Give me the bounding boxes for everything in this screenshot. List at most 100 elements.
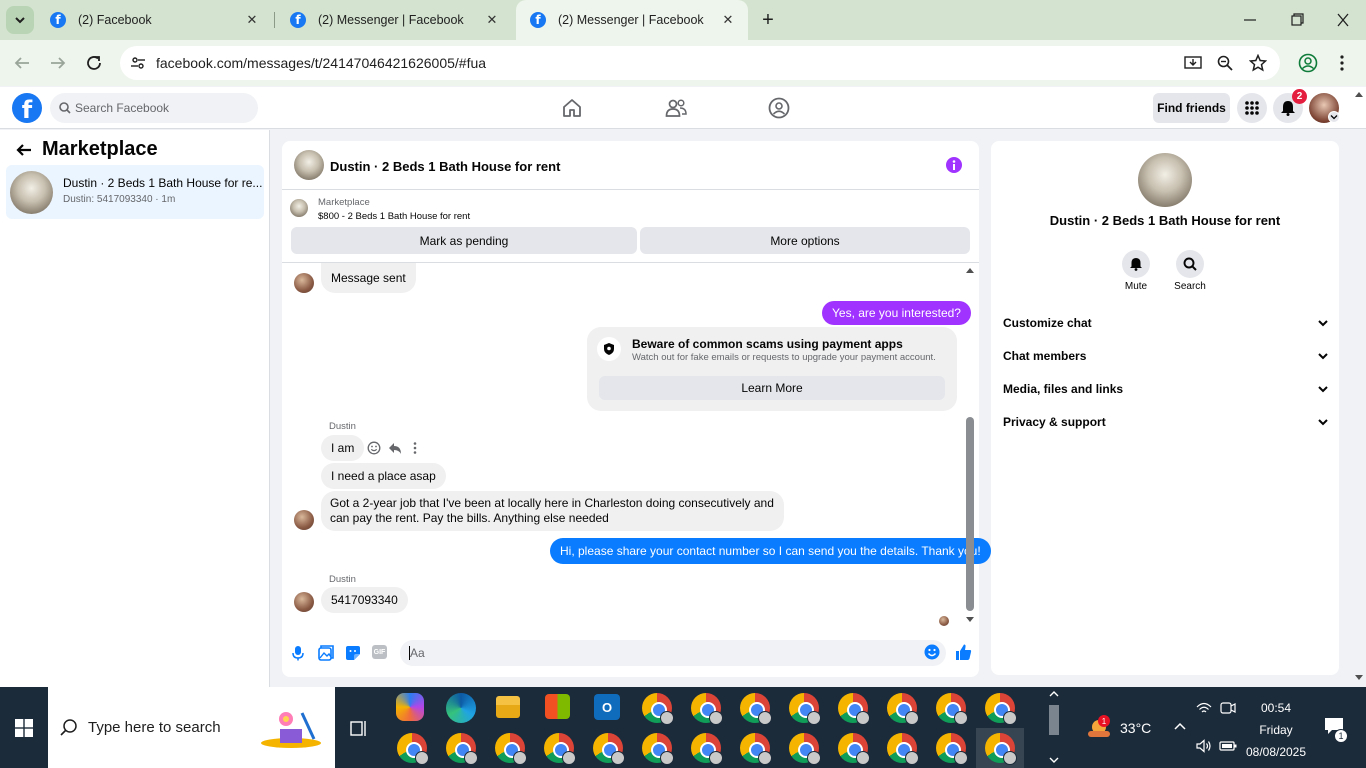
chrome-icon[interactable] (544, 733, 576, 765)
listing-thumbnail[interactable] (290, 199, 308, 217)
chrome-icon[interactable] (838, 693, 870, 725)
emoji-icon[interactable] (924, 644, 940, 660)
chrome-icon[interactable] (789, 733, 821, 765)
site-settings-icon[interactable] (130, 55, 146, 71)
chat-info-avatar[interactable] (1138, 153, 1192, 207)
store-icon[interactable] (545, 694, 570, 719)
chrome-icon[interactable] (985, 693, 1017, 725)
windows-start-icon[interactable] (15, 719, 33, 737)
browser-tab-1[interactable]: f (2) Facebook ✕ (36, 0, 272, 40)
like-icon[interactable] (954, 643, 972, 661)
info-button[interactable] (946, 157, 962, 173)
more-vertical-icon[interactable] (412, 441, 418, 455)
customize-chat-section[interactable]: Customize chat (1003, 313, 1329, 333)
message-bubble-out[interactable]: Hi, please share your contact number so … (550, 538, 991, 564)
chrome-icon-active[interactable] (985, 733, 1017, 765)
browser-tab-3-active[interactable]: f (2) Messenger | Facebook ✕ (516, 0, 748, 40)
conversation-item[interactable]: Dustin · 2 Beds 1 Bath House for re... D… (6, 165, 264, 219)
camera-icon[interactable] (1220, 701, 1236, 715)
mark-as-pending-button[interactable]: Mark as pending (291, 227, 637, 254)
more-vertical-icon[interactable] (1338, 54, 1346, 72)
chat-avatar[interactable] (294, 150, 324, 180)
browser-tab-2[interactable]: f (2) Messenger | Facebook ✕ (276, 0, 512, 40)
groups-icon[interactable] (768, 97, 790, 119)
zoom-icon[interactable] (1217, 55, 1233, 71)
minimize-button[interactable] (1240, 12, 1260, 28)
reply-icon[interactable] (388, 441, 402, 455)
chrome-icon[interactable] (642, 693, 674, 725)
find-friends-button[interactable]: Find friends (1153, 93, 1230, 123)
message-bubble-in[interactable]: Message sent (321, 263, 416, 293)
file-explorer-icon[interactable] (496, 696, 520, 718)
install-app-icon[interactable] (1184, 55, 1202, 71)
message-bubble-in[interactable]: Got a 2-year job that I've been at local… (321, 491, 784, 531)
mute-button[interactable] (1122, 250, 1150, 278)
home-icon[interactable] (562, 98, 582, 118)
copilot-icon[interactable] (396, 693, 424, 721)
chrome-icon[interactable] (691, 693, 723, 725)
facebook-logo[interactable]: f (12, 93, 42, 123)
close-window-button[interactable] (1333, 12, 1353, 28)
bookmark-star-icon[interactable] (1249, 54, 1267, 72)
taskbar-row-scroll[interactable] (1047, 689, 1061, 766)
react-smiley-icon[interactable] (367, 441, 381, 455)
outlook-icon[interactable]: O (594, 694, 620, 720)
close-icon[interactable]: ✕ (720, 12, 736, 28)
chrome-icon[interactable] (642, 733, 674, 765)
page-scrollbar-bottom[interactable] (1354, 673, 1364, 683)
weather-widget[interactable]: 33°C (1086, 715, 1156, 741)
show-hidden-icons-chevron[interactable] (1173, 721, 1187, 731)
chrome-icon[interactable] (789, 693, 821, 725)
back-arrow-icon[interactable] (13, 55, 31, 71)
message-input[interactable]: Aa (400, 640, 946, 666)
account-chevron[interactable] (1328, 111, 1340, 123)
forward-arrow-icon[interactable] (49, 55, 67, 71)
clock[interactable]: 00:54 Friday 08/08/2025 (1240, 697, 1312, 761)
sticker-icon[interactable] (345, 645, 361, 661)
chat-scrollbar[interactable] (965, 265, 975, 627)
chrome-icon[interactable] (887, 693, 919, 725)
chat-members-section[interactable]: Chat members (1003, 346, 1329, 366)
photo-icon[interactable] (318, 645, 334, 661)
chrome-icon[interactable] (887, 733, 919, 765)
task-view-icon[interactable] (350, 719, 368, 737)
close-icon[interactable]: ✕ (244, 12, 260, 28)
chrome-icon[interactable] (593, 733, 625, 765)
friends-icon[interactable] (665, 98, 687, 118)
learn-more-button[interactable]: Learn More (599, 376, 945, 400)
microphone-icon[interactable] (292, 645, 304, 661)
reload-icon[interactable] (85, 54, 103, 72)
chrome-icon[interactable] (397, 733, 429, 765)
message-bubble-in[interactable]: 5417093340 (321, 587, 408, 613)
taskbar-search-box[interactable]: Type here to search (48, 687, 335, 768)
search-conversation-button[interactable] (1176, 250, 1204, 278)
close-icon[interactable]: ✕ (484, 12, 500, 28)
media-files-links-section[interactable]: Media, files and links (1003, 379, 1329, 399)
new-tab-button[interactable]: + (757, 9, 779, 31)
address-bar[interactable]: facebook.com/messages/t/2414704642162600… (120, 46, 1280, 80)
chrome-icon[interactable] (740, 733, 772, 765)
message-bubble-in[interactable]: I need a place asap (321, 463, 446, 489)
edge-icon[interactable] (446, 693, 476, 723)
gif-button[interactable]: GIF (372, 645, 387, 659)
message-bubble-out[interactable]: Yes, are you interested? (822, 301, 971, 325)
chrome-icon[interactable] (446, 733, 478, 765)
privacy-support-section[interactable]: Privacy & support (1003, 412, 1329, 432)
volume-icon[interactable] (1196, 739, 1212, 753)
chrome-icon[interactable] (936, 733, 968, 765)
chrome-icon[interactable] (838, 733, 870, 765)
message-bubble-in[interactable]: I am (321, 435, 365, 461)
listing-summary[interactable]: $800 - 2 Beds 1 Bath House for rent (318, 211, 470, 222)
chrome-icon[interactable] (936, 693, 968, 725)
chrome-icon[interactable] (495, 733, 527, 765)
battery-icon[interactable] (1219, 741, 1237, 751)
taskbar-scroll-thumb[interactable] (1049, 705, 1059, 735)
facebook-search-input[interactable]: Search Facebook (50, 93, 258, 123)
network-icon[interactable] (1196, 701, 1212, 715)
chrome-icon[interactable] (691, 733, 723, 765)
back-arrow-icon[interactable] (15, 142, 33, 158)
page-scrollbar-top[interactable] (1354, 89, 1364, 99)
more-options-button[interactable]: More options (640, 227, 970, 254)
menu-button[interactable] (1237, 93, 1267, 123)
tab-search-button[interactable] (6, 6, 34, 34)
